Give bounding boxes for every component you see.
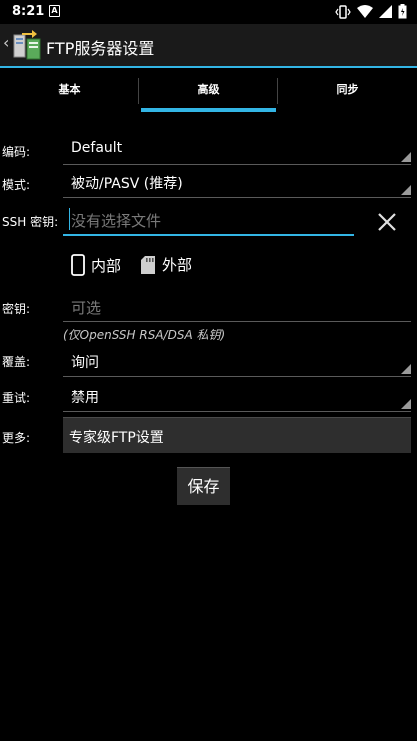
ssh-key-label: SSH 密钥:	[2, 215, 59, 229]
ssh-key-input[interactable]: 没有选择文件	[63, 204, 354, 236]
internal-storage-label: 内部	[91, 256, 122, 275]
text-cursor	[69, 208, 70, 230]
page-title: FTP服务器设置	[46, 39, 155, 58]
dropdown-arrow-icon	[401, 399, 411, 409]
tab-sync[interactable]: 同步	[278, 70, 417, 112]
wifi-icon	[357, 5, 373, 18]
passphrase-hint: (仅OpenSSH RSA/DSA 私钥)	[63, 328, 226, 342]
encoding-spinner[interactable]: Default	[63, 133, 411, 165]
encoding-label: 编码:	[2, 145, 31, 159]
dropdown-arrow-icon	[401, 185, 411, 195]
tab-advanced[interactable]: 高级	[139, 70, 278, 112]
overwrite-spinner[interactable]: 询问	[63, 345, 411, 377]
internal-storage-button[interactable]: 内部	[71, 254, 121, 276]
external-storage-label: 外部	[162, 256, 193, 274]
tab-bar: 基本 高级 同步	[0, 70, 417, 112]
save-button[interactable]: 保存	[177, 467, 230, 505]
clear-icon[interactable]	[372, 207, 402, 237]
dropdown-arrow-icon	[401, 364, 411, 374]
tab-label: 高级	[197, 83, 220, 96]
tab-basic[interactable]: 基本	[0, 70, 139, 112]
action-bar-divider	[0, 66, 417, 68]
app-icon[interactable]	[12, 29, 42, 61]
more-label: 更多:	[2, 431, 31, 445]
sd-card-icon	[141, 255, 155, 274]
tab-label: 同步	[336, 83, 359, 96]
encoding-value: Default	[71, 140, 123, 156]
mode-label: 模式:	[2, 178, 31, 192]
action-bar: ‹ FTP服务器设置	[0, 24, 417, 66]
phone-icon	[71, 254, 85, 276]
mode-spinner[interactable]: 被动/PASV (推荐)	[63, 166, 411, 198]
tab-label: 基本	[58, 83, 81, 96]
vibrate-icon	[335, 4, 351, 19]
external-storage-button[interactable]: 外部	[140, 254, 192, 275]
overwrite-label: 覆盖:	[2, 355, 31, 369]
retry-label: 重试:	[2, 391, 31, 405]
signal-icon	[379, 5, 392, 18]
status-time: 8:21	[12, 4, 45, 19]
passphrase-input[interactable]: 可选	[63, 292, 411, 322]
expert-settings-label: 专家级FTP设置	[69, 430, 164, 446]
ssh-key-placeholder: 没有选择文件	[71, 212, 162, 230]
notification-icon: A	[49, 5, 60, 17]
mode-value: 被动/PASV (推荐)	[71, 176, 183, 192]
dropdown-arrow-icon	[401, 152, 411, 162]
back-chevron-icon[interactable]: ‹	[3, 33, 9, 52]
passphrase-label: 密钥:	[2, 302, 31, 316]
overwrite-value: 询问	[71, 355, 99, 371]
retry-spinner[interactable]: 禁用	[63, 380, 411, 412]
passphrase-placeholder: 可选	[71, 299, 102, 317]
retry-value: 禁用	[71, 390, 99, 406]
expert-settings-button[interactable]: 专家级FTP设置	[63, 417, 411, 453]
status-icons	[335, 4, 407, 19]
status-bar: 8:21 A	[0, 0, 417, 24]
battery-icon	[398, 4, 407, 19]
